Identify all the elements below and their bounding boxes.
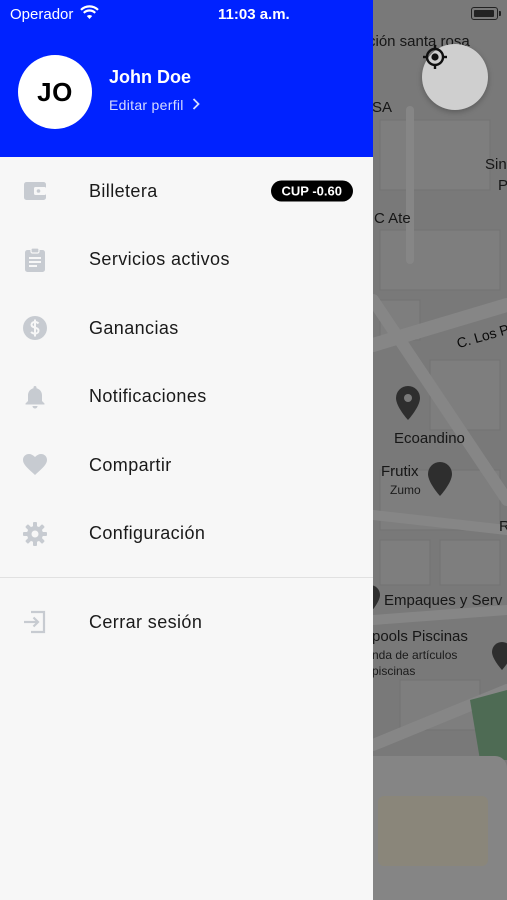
- navigation-drawer: JO John Doe Editar perfil Billetera CUP …: [0, 0, 373, 900]
- menu-item-settings[interactable]: Configuración: [0, 500, 373, 569]
- balance-badge: CUP -0.60: [270, 180, 353, 202]
- heart-icon: [22, 452, 48, 478]
- drawer-menu: Billetera CUP -0.60 Servicios activos Ga…: [0, 157, 373, 568]
- wifi-icon: [80, 5, 99, 25]
- logout-button[interactable]: Cerrar sesión: [0, 588, 373, 656]
- menu-item-label: Compartir: [89, 454, 172, 475]
- battery-icon: [471, 7, 501, 20]
- menu-item-active-services[interactable]: Servicios activos: [0, 226, 373, 295]
- menu-item-label: Ganancias: [89, 317, 179, 338]
- menu-item-label: Servicios activos: [89, 249, 230, 270]
- clock-label: 11:03 a.m.: [218, 6, 290, 23]
- menu-item-label: Configuración: [89, 523, 206, 544]
- menu-divider: [0, 577, 373, 578]
- gear-icon: [22, 521, 48, 547]
- bottom-sheet-card[interactable]: [358, 756, 507, 900]
- edit-profile-label: Editar perfil: [109, 97, 184, 113]
- menu-item-wallet[interactable]: Billetera CUP -0.60: [0, 157, 373, 226]
- status-bar: Operador 11:03 a.m.: [0, 0, 507, 28]
- wallet-icon: [22, 178, 48, 204]
- menu-item-notifications[interactable]: Notificaciones: [0, 363, 373, 432]
- clipboard-icon: [22, 247, 48, 273]
- logout-icon: [22, 609, 48, 635]
- menu-item-label: Billetera: [89, 180, 158, 201]
- carrier-label: Operador: [10, 6, 74, 23]
- edit-profile-link[interactable]: Editar perfil: [109, 97, 200, 113]
- card-content: [378, 796, 488, 866]
- logout-label: Cerrar sesión: [89, 611, 203, 632]
- my-location-button[interactable]: [422, 44, 488, 110]
- menu-item-label: Notificaciones: [89, 386, 207, 407]
- avatar[interactable]: JO: [18, 55, 92, 129]
- menu-item-share[interactable]: Compartir: [0, 431, 373, 500]
- dollar-circle-icon: [22, 315, 48, 341]
- chevron-right-icon: [192, 97, 200, 113]
- user-name: John Doe: [109, 67, 192, 87]
- menu-item-earnings[interactable]: Ganancias: [0, 294, 373, 363]
- bell-icon: [22, 384, 48, 410]
